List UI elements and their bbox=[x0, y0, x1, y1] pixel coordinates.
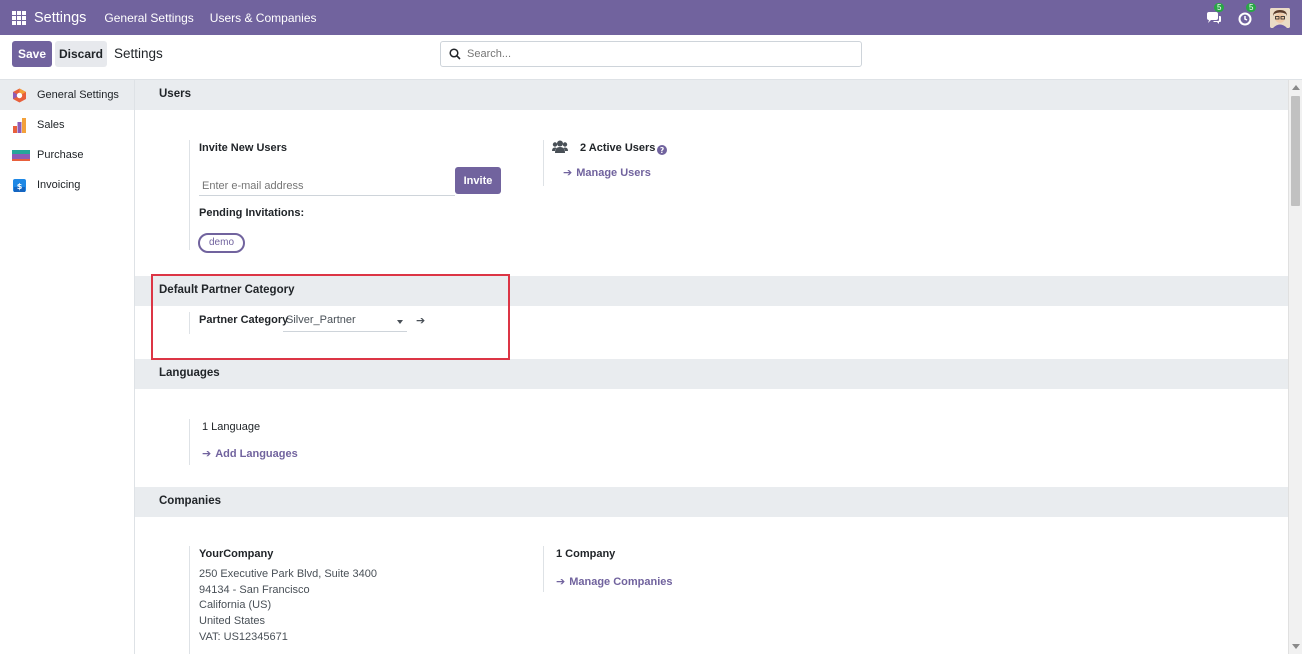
company-vat: VAT: US12345671 bbox=[199, 631, 288, 643]
purchase-icon bbox=[12, 148, 30, 163]
invoicing-icon: $ bbox=[12, 178, 27, 193]
invite-users-label: Invite New Users bbox=[199, 142, 288, 154]
partner-category-select[interactable]: Silver_Partner bbox=[283, 312, 407, 332]
help-question-icon[interactable]: ? bbox=[657, 143, 667, 158]
messages-badge: 5 bbox=[1214, 2, 1225, 12]
arrow-right-icon: ➔ bbox=[563, 167, 573, 179]
sidebar-item-sales[interactable]: Sales bbox=[0, 110, 134, 140]
menu-users-companies[interactable]: Users & Companies bbox=[210, 11, 317, 25]
invite-email-input[interactable] bbox=[199, 176, 455, 196]
app-name[interactable]: Settings bbox=[34, 10, 86, 26]
divider bbox=[189, 140, 190, 250]
arrow-right-icon: ➔ bbox=[202, 448, 212, 460]
divider bbox=[543, 546, 544, 592]
scroll-up-arrow-icon[interactable] bbox=[1292, 85, 1300, 90]
manage-companies-link[interactable]: ➔ Manage Companies bbox=[556, 575, 673, 588]
settings-content: Users Invite New Users Invite Pending In… bbox=[135, 80, 1288, 654]
invite-button[interactable]: Invite bbox=[455, 167, 501, 194]
company-count: 1 Company bbox=[556, 548, 616, 560]
activities-badge: 5 bbox=[1246, 2, 1257, 12]
breadcrumb-title: Settings bbox=[114, 46, 163, 61]
scrollbar-thumb[interactable] bbox=[1291, 96, 1300, 206]
users-section-header: Users bbox=[135, 80, 1288, 110]
sidebar-item-label: General Settings bbox=[37, 89, 119, 101]
save-button[interactable]: Save bbox=[12, 41, 52, 67]
sidebar-item-label: Purchase bbox=[37, 149, 84, 161]
control-panel: Save Discard Settings bbox=[0, 35, 1302, 80]
search-box[interactable] bbox=[440, 41, 862, 67]
scroll-down-arrow-icon[interactable] bbox=[1292, 644, 1300, 649]
user-avatar[interactable] bbox=[1270, 7, 1290, 28]
pending-invitations-label: Pending Invitations: bbox=[199, 207, 305, 219]
internal-link-arrow-icon[interactable]: ➔ bbox=[416, 314, 425, 327]
sidebar-item-general-settings[interactable]: General Settings bbox=[0, 80, 134, 110]
divider bbox=[189, 419, 190, 465]
company-address-line: United States bbox=[199, 615, 266, 627]
pending-invitation-tag[interactable]: demo bbox=[198, 233, 245, 253]
divider bbox=[189, 312, 190, 334]
sidebar-item-purchase[interactable]: Purchase bbox=[0, 140, 134, 170]
sidebar-item-label: Invoicing bbox=[37, 179, 81, 191]
menu-general-settings[interactable]: General Settings bbox=[104, 11, 193, 25]
companies-section-title: Companies bbox=[159, 495, 221, 507]
users-section-title: Users bbox=[159, 88, 191, 100]
divider bbox=[543, 140, 544, 186]
manage-users-link[interactable]: ➔ Manage Users bbox=[563, 166, 651, 179]
divider bbox=[189, 546, 190, 654]
company-address-line: 250 Executive Park Blvd, Suite 3400 bbox=[199, 568, 377, 580]
partner-category-label: Partner Category bbox=[199, 314, 289, 326]
partner-category-value: Silver_Partner bbox=[286, 314, 356, 326]
company-name: YourCompany bbox=[199, 548, 274, 560]
content-scrollbar[interactable] bbox=[1288, 80, 1302, 654]
messages-icon[interactable]: 5 bbox=[1206, 2, 1225, 26]
sales-chart-icon bbox=[12, 117, 27, 133]
arrow-right-icon: ➔ bbox=[556, 576, 566, 588]
languages-section-title: Languages bbox=[159, 367, 220, 379]
activities-clock-icon[interactable]: 5 bbox=[1238, 2, 1257, 26]
language-count: 1 Language bbox=[202, 421, 261, 433]
users-group-icon bbox=[552, 140, 568, 156]
svg-text:$: $ bbox=[17, 182, 23, 191]
company-address-line: California (US) bbox=[199, 599, 272, 611]
settings-sidebar: General Settings Sales Purchase $ Invoic… bbox=[0, 80, 135, 654]
search-input[interactable] bbox=[467, 45, 847, 63]
add-languages-link[interactable]: ➔ Add Languages bbox=[202, 447, 298, 460]
sidebar-item-label: Sales bbox=[37, 119, 65, 131]
manage-users-label: Manage Users bbox=[576, 167, 651, 179]
active-users-count: 2 Active Users bbox=[580, 142, 656, 154]
search-icon bbox=[449, 48, 461, 60]
odoo-settings-icon bbox=[12, 88, 27, 103]
company-address-line: 94134 - San Francisco bbox=[199, 584, 310, 596]
partner-category-section-title: Default Partner Category bbox=[159, 284, 295, 296]
partner-category-section-header: Default Partner Category bbox=[135, 276, 1288, 306]
discard-button[interactable]: Discard bbox=[55, 41, 107, 67]
top-navbar: Settings General Settings Users & Compan… bbox=[0, 0, 1302, 35]
add-languages-label: Add Languages bbox=[215, 448, 298, 460]
companies-section-header: Companies bbox=[135, 487, 1288, 517]
chevron-down-icon bbox=[397, 320, 403, 324]
languages-section-header: Languages bbox=[135, 359, 1288, 389]
apps-grid-icon[interactable] bbox=[12, 10, 26, 25]
manage-companies-label: Manage Companies bbox=[569, 576, 673, 588]
sidebar-item-invoicing[interactable]: $ Invoicing bbox=[0, 170, 134, 200]
svg-text:?: ? bbox=[660, 146, 664, 155]
